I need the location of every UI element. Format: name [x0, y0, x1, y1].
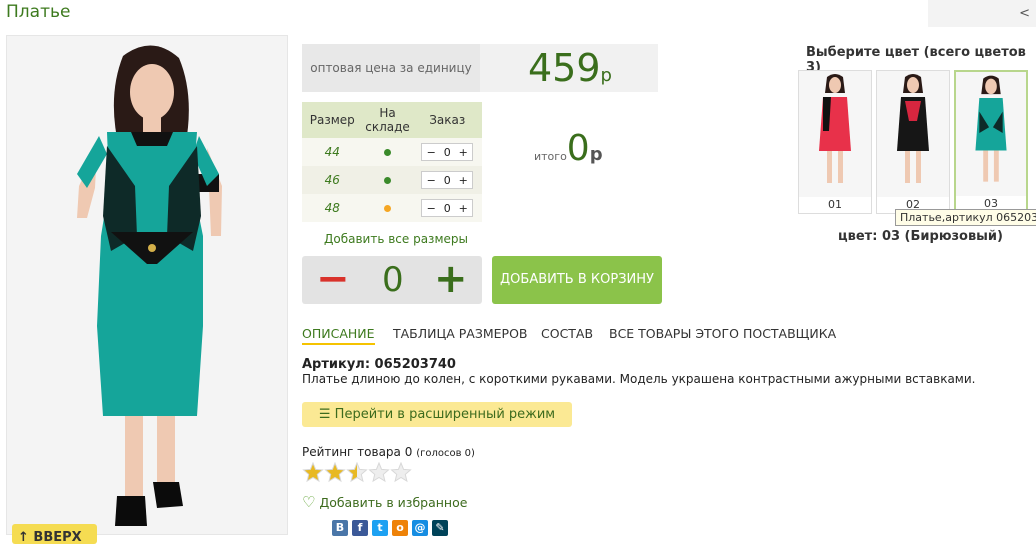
- tab-all-supplier-products[interactable]: ВСЕ ТОВАРЫ ЭТОГО ПОСТАВЩИКА: [609, 326, 836, 341]
- order-header: Заказ: [412, 102, 482, 138]
- nav-panel: <: [928, 0, 1036, 27]
- quantity-stepper[interactable]: −0 +: [421, 171, 474, 189]
- quantity-input[interactable]: 0: [440, 146, 454, 159]
- table-row: 46 −0 +: [302, 166, 482, 194]
- size-header: Размер: [302, 102, 363, 138]
- stock-indicator: [362, 166, 413, 194]
- heart-icon: ♡: [302, 493, 316, 511]
- table-row: 44 −0 +: [302, 138, 482, 166]
- quantity-value[interactable]: 0: [382, 256, 404, 304]
- dress-thumbnail: [819, 74, 851, 183]
- advanced-mode-label: Перейти в расширенный режим: [334, 407, 556, 422]
- social-share: Вf t о @ ✎: [332, 516, 452, 536]
- decrement-button[interactable]: −: [422, 174, 440, 187]
- advanced-mode-button[interactable]: ☰ Перейти в расширенный режим: [302, 402, 572, 427]
- decrement-button[interactable]: −: [422, 146, 440, 159]
- stock-dot-icon: [384, 149, 392, 156]
- color-swatch-03[interactable]: 03: [954, 70, 1028, 214]
- rating-text: Рейтинг товара 0 (голосов 0): [302, 445, 475, 459]
- size-table: Размер На складе Заказ 44 −0 + 46 −0 + 48 …: [302, 102, 482, 222]
- total-label: итого: [534, 150, 567, 163]
- star-icon[interactable]: [368, 461, 390, 483]
- rating-stars[interactable]: [302, 461, 417, 488]
- stock-header: На складе: [362, 102, 413, 138]
- twitter-icon[interactable]: t: [372, 520, 388, 536]
- stock-indicator: [362, 194, 413, 222]
- star-icon[interactable]: [324, 461, 346, 483]
- total-currency: р: [589, 144, 603, 165]
- quantity-stepper[interactable]: −0 +: [421, 199, 474, 217]
- stock-dot-icon: [384, 177, 392, 184]
- rating-votes: (голосов 0): [416, 448, 475, 459]
- star-icon[interactable]: [390, 461, 412, 483]
- swatch-tooltip: Платье,артикул 06520374: [895, 209, 1036, 226]
- color-swatch-01[interactable]: 01: [798, 70, 872, 214]
- price-value: 459р: [528, 44, 612, 100]
- add-all-sizes-link[interactable]: Добавить все размеры: [324, 232, 468, 246]
- table-row: 48 −0 +: [302, 194, 482, 222]
- tab-size-table[interactable]: ТАБЛИЦА РАЗМЕРОВ: [393, 326, 527, 341]
- total: итого0р: [534, 128, 603, 169]
- star-icon[interactable]: [346, 461, 368, 483]
- size-value: 46: [302, 166, 363, 194]
- dress-thumbnail: [897, 74, 929, 183]
- add-to-favorites-link[interactable]: ♡ Добавить в избранное: [302, 493, 467, 511]
- stock-dot-icon: [384, 205, 392, 212]
- star-icons: [302, 461, 412, 483]
- quantity-plus-button[interactable]: +: [434, 256, 468, 302]
- quantity-minus-button[interactable]: −: [316, 256, 350, 302]
- odnoklassniki-icon[interactable]: о: [392, 520, 408, 536]
- selected-color-label: цвет: 03 (Бирюзовый): [838, 229, 1003, 244]
- size-value: 48: [302, 194, 363, 222]
- increment-button[interactable]: +: [454, 146, 472, 159]
- swatch-number: 01: [799, 197, 871, 213]
- vk-icon[interactable]: В: [332, 520, 348, 536]
- add-to-cart-button[interactable]: ДОБАВИТЬ В КОРЗИНУ: [492, 256, 662, 304]
- scroll-up-button[interactable]: ↑ ВВЕРХ: [12, 524, 97, 545]
- scroll-up-label: ВВЕРХ: [33, 530, 82, 545]
- color-swatch-02[interactable]: 02: [876, 70, 950, 214]
- quantity-stepper[interactable]: −0 +: [421, 143, 474, 161]
- price-label: оптовая цена за единицу: [302, 44, 480, 92]
- article-number: Артикул: 065203740: [302, 357, 456, 372]
- page-title: Платье: [6, 2, 71, 22]
- increment-button[interactable]: +: [454, 174, 472, 187]
- product-description: Платье длиною до колен, с короткими рука…: [302, 372, 976, 386]
- livejournal-icon[interactable]: ✎: [432, 520, 448, 536]
- quantity-input[interactable]: 0: [440, 174, 454, 187]
- mailru-icon[interactable]: @: [412, 520, 428, 536]
- prev-arrow-icon[interactable]: <: [1019, 6, 1030, 21]
- star-icon[interactable]: [302, 461, 324, 483]
- decrement-button[interactable]: −: [422, 202, 440, 215]
- favorite-label: Добавить в избранное: [319, 495, 468, 510]
- dress-model-illustration: [77, 45, 222, 526]
- dress-thumbnail: [975, 75, 1007, 182]
- quantity-input[interactable]: 0: [440, 202, 454, 215]
- size-value: 44: [302, 138, 363, 166]
- price-currency: р: [600, 65, 612, 86]
- stock-indicator: [362, 138, 413, 166]
- product-photo[interactable]: [6, 35, 288, 535]
- tab-description[interactable]: ОПИСАНИЕ: [302, 326, 375, 345]
- total-value: 0: [566, 128, 590, 169]
- facebook-icon[interactable]: f: [352, 520, 368, 536]
- increment-button[interactable]: +: [454, 202, 472, 215]
- price-amount: 459: [528, 46, 601, 90]
- rating-label: Рейтинг товара 0: [302, 445, 413, 459]
- list-icon: ☰: [318, 407, 335, 422]
- tab-composition[interactable]: СОСТАВ: [541, 326, 593, 341]
